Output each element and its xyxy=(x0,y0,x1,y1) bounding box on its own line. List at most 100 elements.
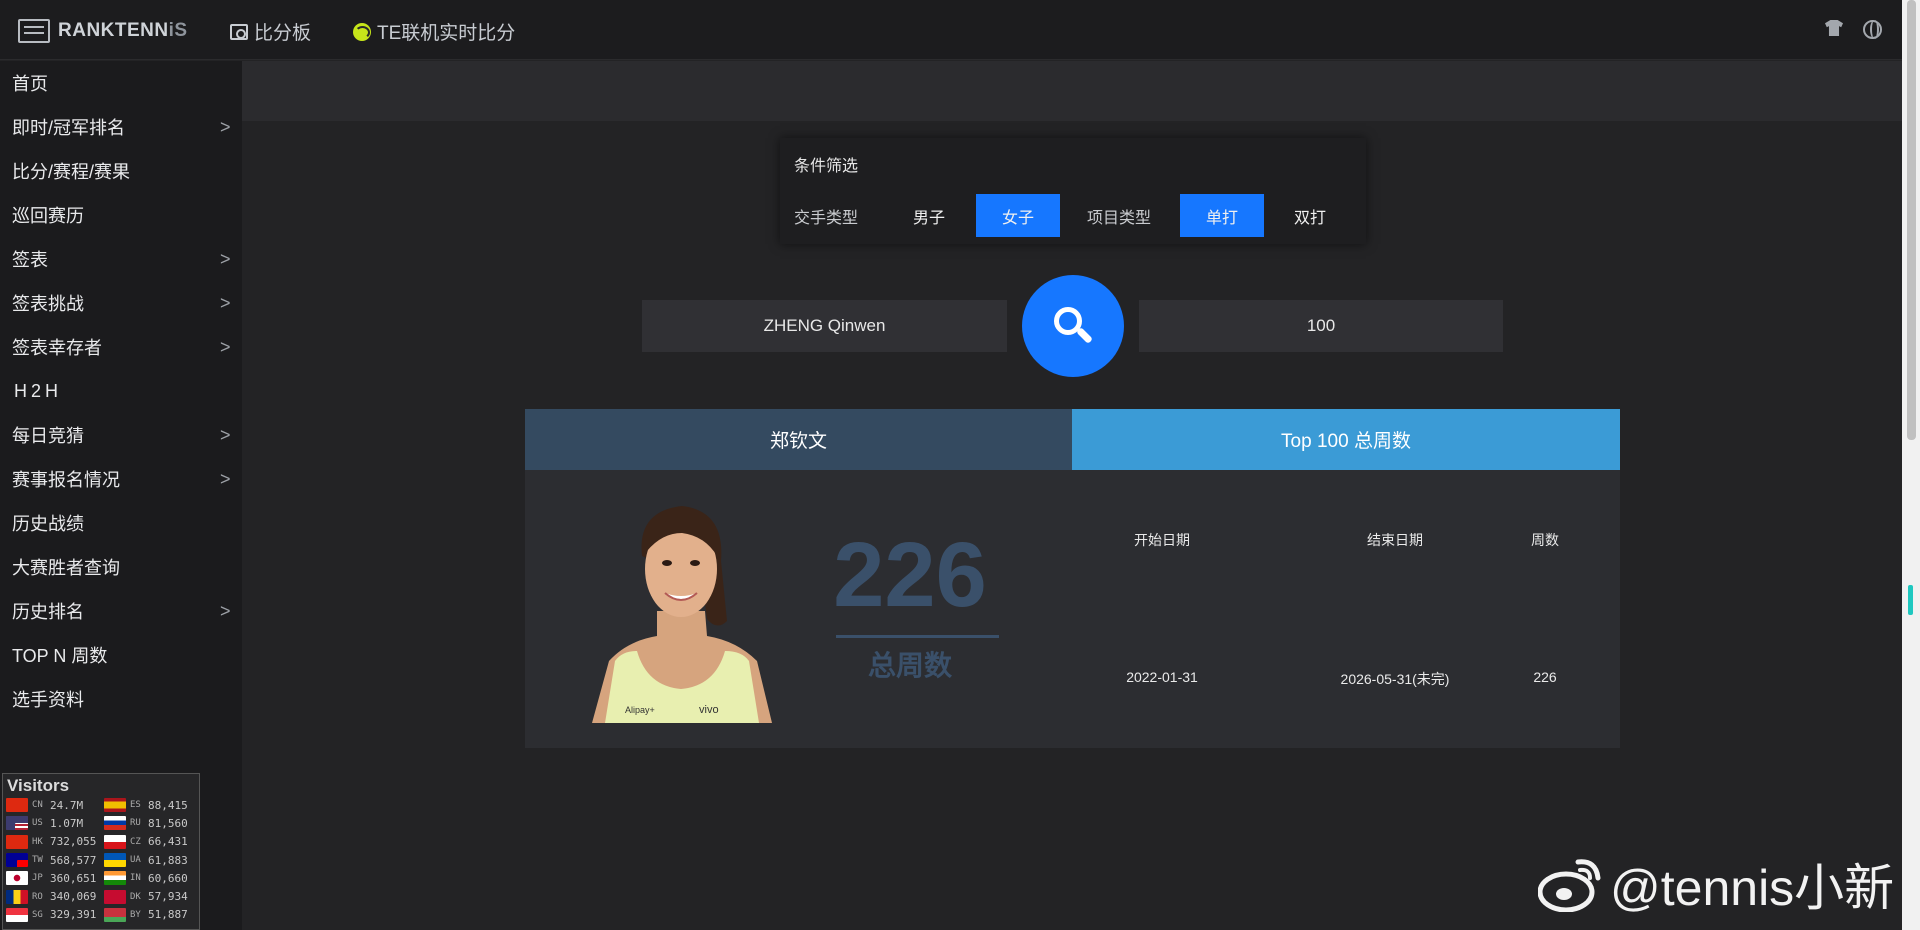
logo-text: RANKTENNiS xyxy=(58,20,188,41)
sidebar-item[interactable]: 签表幸存者 > xyxy=(0,325,242,369)
total-weeks-label: 总周数 xyxy=(867,650,952,681)
page-scrollbar[interactable] xyxy=(1902,0,1920,930)
country-code: ES xyxy=(130,800,141,811)
chevron-right-icon: > xyxy=(220,292,231,313)
sidebar-item[interactable]: 巡回赛历 xyxy=(0,193,242,237)
sidebar-item[interactable]: 历史战绩 xyxy=(0,501,242,545)
flag-icon xyxy=(104,889,126,904)
nav-live-scores-label: TE联机实时比分 xyxy=(377,23,516,44)
result-card: 郑钦文 Top 100 总周数 Alipay+ vivo 226 总周数 开始日… xyxy=(525,409,1620,748)
sidebar-item-label: 比分/赛程/赛果 xyxy=(12,162,131,182)
chevron-right-icon: > xyxy=(220,600,231,621)
nav-live-scores[interactable]: TE联机实时比分 xyxy=(353,18,515,45)
cell-start-date: 2022-01-31 xyxy=(1126,669,1198,685)
sidebar-item-label: 签表挑战 xyxy=(12,294,84,314)
sidebar-item[interactable]: 大赛胜者查询 xyxy=(0,545,242,589)
sidebar-item[interactable]: 选手资料 xyxy=(0,677,242,721)
flag-icon xyxy=(6,816,28,831)
visitor-row: CN 24.7M xyxy=(6,796,100,814)
country-code: SG xyxy=(32,909,43,920)
sidebar-item[interactable]: TOP N 周数 xyxy=(0,633,242,677)
scoreboard-logo-icon xyxy=(18,19,50,43)
filter-title: 条件筛选 xyxy=(794,158,859,175)
doubles-button[interactable]: 双打 xyxy=(1268,194,1352,237)
country-code: CZ xyxy=(130,836,141,847)
sidebar-item[interactable]: 首页 xyxy=(0,61,242,105)
scrollbar-thumb[interactable] xyxy=(1907,0,1916,440)
visitor-row: IN 60,660 xyxy=(104,869,198,887)
visitor-row: DK 57,934 xyxy=(104,887,198,905)
cell-end-date: 2026-05-31(未完) xyxy=(1340,671,1450,687)
tab-top-n-weeks[interactable]: Top 100 总周数 xyxy=(1072,409,1620,470)
visitor-count: 88,415 xyxy=(148,798,188,812)
sidebar-item[interactable]: 赛事报名情况 > xyxy=(0,457,242,501)
sidebar-item-label: 历史排名 xyxy=(12,602,84,622)
header-start-date: 开始日期 xyxy=(1134,532,1190,548)
flag-icon xyxy=(104,853,126,868)
flag-icon xyxy=(6,871,28,886)
visitor-row: UA 61,883 xyxy=(104,851,198,869)
globe-icon[interactable] xyxy=(1863,20,1882,39)
country-code: TW xyxy=(32,855,43,866)
sidebar-item[interactable]: 比分/赛程/赛果 xyxy=(0,149,242,193)
total-weeks-divider xyxy=(836,635,999,638)
sidebar-item-label: 赛事报名情况 xyxy=(12,470,120,490)
chevron-right-icon: > xyxy=(220,248,231,269)
flag-icon xyxy=(6,798,28,813)
visitor-count: 24.7M xyxy=(50,798,84,812)
sidebar-item[interactable]: 签表 > xyxy=(0,237,242,281)
tab-player-name[interactable]: 郑钦文 xyxy=(525,409,1072,470)
sidebar-item[interactable]: 历史排名 > xyxy=(0,589,242,633)
visitor-row: ES 88,415 xyxy=(104,796,198,814)
men-button[interactable]: 男子 xyxy=(887,194,971,237)
cell-weeks: 226 xyxy=(1533,669,1557,685)
visitor-row: BY 51,887 xyxy=(104,906,198,924)
country-code: IN xyxy=(130,873,141,884)
country-code: US xyxy=(32,818,43,829)
chevron-right-icon: > xyxy=(220,116,231,137)
chevron-right-icon: > xyxy=(220,468,231,489)
player-name-input[interactable]: ZHENG Qinwen xyxy=(642,300,1007,352)
sidebar-item[interactable]: 每日竞猜 > xyxy=(0,413,242,457)
scroll-position-marker xyxy=(1908,585,1913,615)
sidebar-item-label: 历史战绩 xyxy=(12,514,84,534)
country-code: CN xyxy=(32,800,43,811)
visitors-title: Visitors xyxy=(7,776,70,795)
flag-icon xyxy=(104,907,126,922)
visitor-count: 51,887 xyxy=(148,908,188,922)
visitors-column-right: ES 88,415 RU 81,560 CZ 66,431 UA 61,883 IN 60,660… xyxy=(104,796,198,924)
flag-icon xyxy=(104,871,126,886)
visitor-count: 57,934 xyxy=(148,890,188,904)
sidebar-item-label: H2H xyxy=(14,380,63,401)
visitor-count: 81,560 xyxy=(148,816,188,830)
header-end-date: 结束日期 xyxy=(1367,532,1423,548)
header-weeks: 周数 xyxy=(1531,532,1559,548)
shirt-icon[interactable] xyxy=(1825,20,1843,36)
sidebar-item-label: 选手资料 xyxy=(12,690,84,710)
top-n-input[interactable]: 100 xyxy=(1139,300,1503,352)
search-button[interactable] xyxy=(1022,275,1124,377)
sidebar-item-label: 每日竞猜 xyxy=(12,426,84,446)
logo[interactable]: RANKTENNiS xyxy=(18,17,188,45)
sidebar-item[interactable]: 即时/冠军排名 > xyxy=(0,105,242,149)
sidebar-item-label: 巡回赛历 xyxy=(12,206,84,226)
country-code: UA xyxy=(130,855,141,866)
country-code: HK xyxy=(32,836,43,847)
visitor-row: RO 340,069 xyxy=(6,887,100,905)
sidebar-item[interactable]: 签表挑战 > xyxy=(0,281,242,325)
flag-icon xyxy=(6,889,28,904)
women-button[interactable]: 女子 xyxy=(976,194,1060,237)
sidebar-item-label: 首页 xyxy=(12,74,48,94)
sidebar-item-label: 大赛胜者查询 xyxy=(12,558,120,578)
sidebar-item-label: 签表幸存者 xyxy=(12,338,102,358)
visitors-widget[interactable]: Visitors CN 24.7M US 1.07M HK 732,055 TW 568,57… xyxy=(2,773,200,930)
flag-icon xyxy=(104,798,126,813)
svg-text:vivo: vivo xyxy=(699,704,719,716)
nav-scoreboard[interactable]: 比分板 xyxy=(230,18,311,45)
sidebar-item[interactable]: H2H xyxy=(0,369,242,413)
visitor-row: SG 329,391 xyxy=(6,906,100,924)
weibo-watermark: @tennis小新 xyxy=(1537,848,1894,920)
filter-panel: 条件筛选 交手类型 男子 女子 项目类型 单打 双打 xyxy=(780,138,1366,244)
top-bar: RANKTENNiS 比分板 TE联机实时比分 xyxy=(0,0,1902,60)
singles-button[interactable]: 单打 xyxy=(1180,194,1264,237)
